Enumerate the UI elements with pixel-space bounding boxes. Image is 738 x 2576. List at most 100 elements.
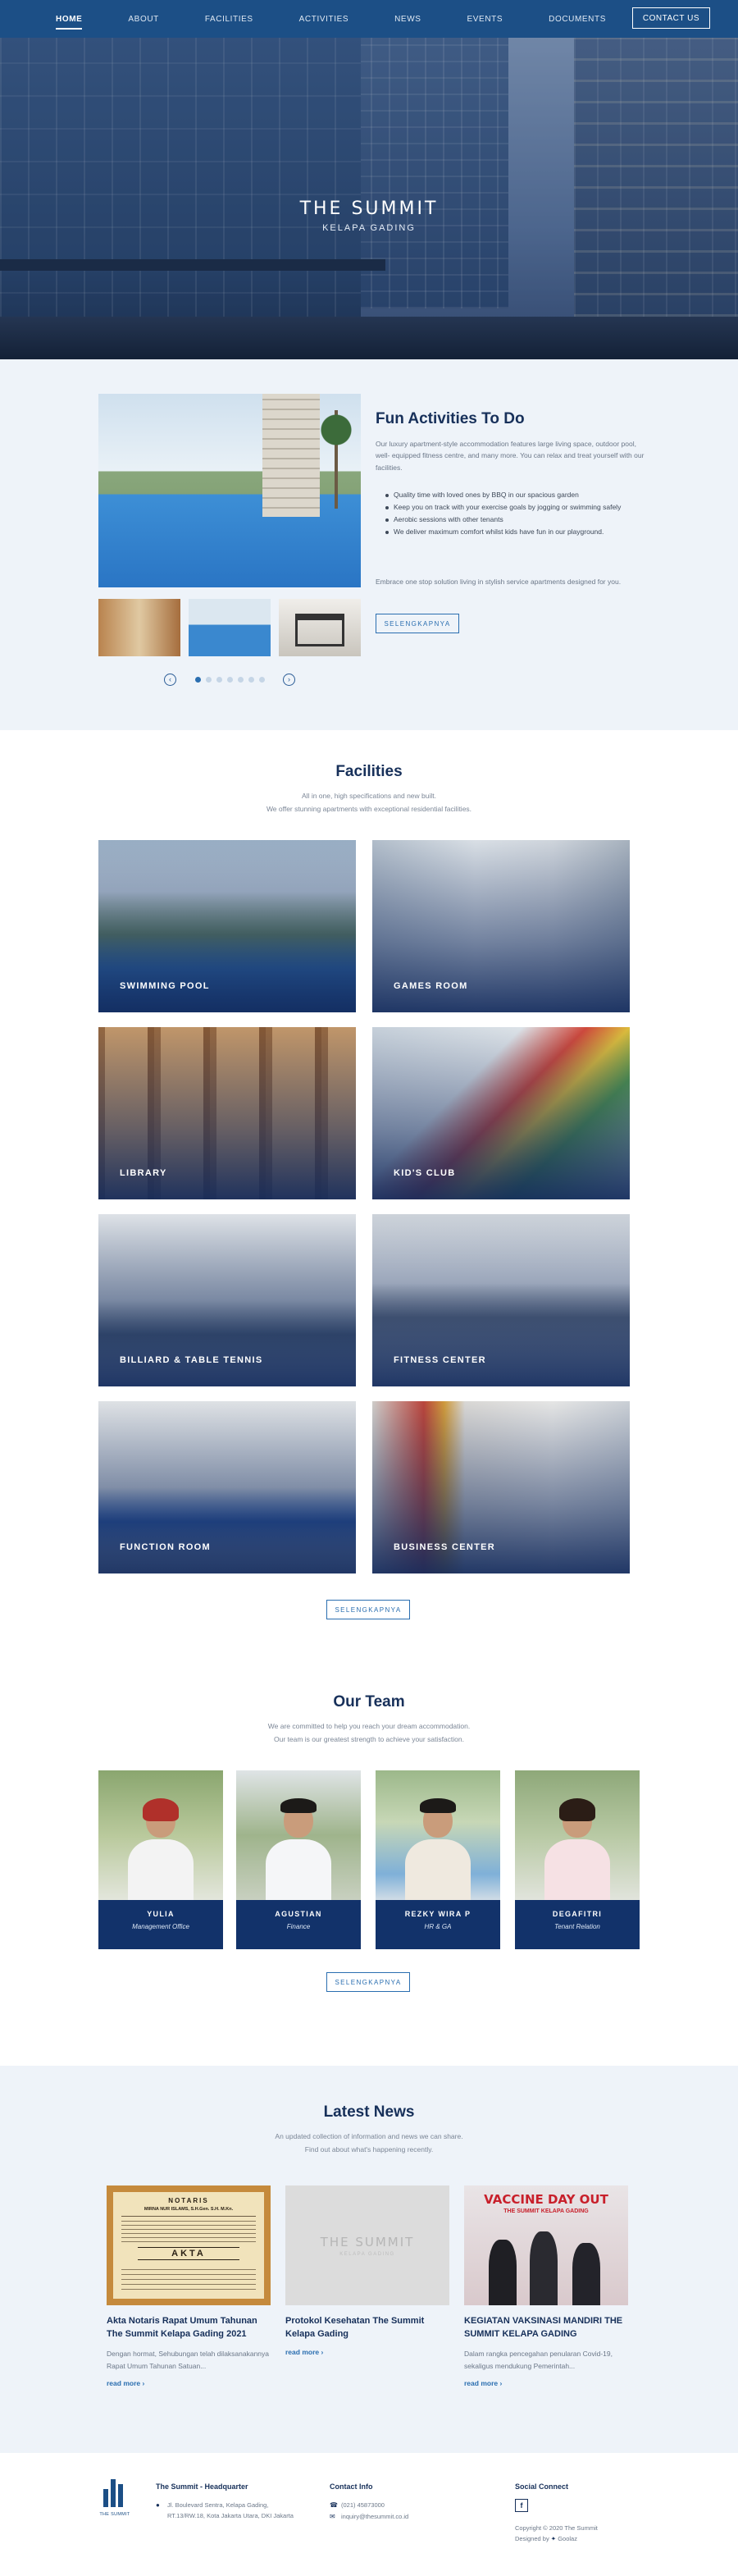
facility-label: FITNESS CENTER: [394, 1355, 486, 1365]
nav-home[interactable]: HOME: [56, 11, 83, 30]
facility-label: BILLIARD & TABLE TENNIS: [120, 1355, 263, 1365]
read-more-link[interactable]: read more ›: [285, 2348, 449, 2356]
nav-documents[interactable]: DOCUMENTS: [549, 11, 606, 27]
footer-phone[interactable]: ☎ (021) 45873000: [330, 2501, 385, 2511]
facility-card-games-room[interactable]: GAMES ROOM: [372, 840, 630, 1012]
facility-label: KID'S CLUB: [394, 1168, 456, 1178]
team-card-yulia[interactable]: YULIA Management Office: [98, 1770, 223, 1949]
team-card-agustian[interactable]: AGUSTIAN Finance: [236, 1770, 361, 1949]
slider-dot[interactable]: [226, 676, 233, 683]
footer-logo[interactable]: THE SUMMIT: [98, 2471, 131, 2517]
team-info: AGUSTIAN Finance: [236, 1900, 361, 1949]
hero-title: THE SUMMIT: [299, 199, 439, 219]
facility-card-library[interactable]: LIBRARY: [98, 1027, 356, 1199]
news-excerpt: Dengan hormat, Sehubungan telah dilaksan…: [107, 2349, 270, 2370]
slider-controls: ‹ ›: [164, 673, 295, 686]
team-info: DEGAFITRI Tenant Relation: [515, 1900, 640, 1949]
news-title-text[interactable]: Protokol Kesehatan The Summit Kelapa Gad…: [285, 2315, 449, 2341]
slider-dot[interactable]: [194, 676, 201, 683]
chevron-left-icon[interactable]: ‹: [164, 673, 176, 686]
footer-address-line-2: RT.13/RW.18, Kota Jakarta Utara, DKI Jak…: [167, 2512, 294, 2519]
activities-description: Our luxury apartment-style accommodation…: [376, 440, 645, 472]
phone-icon: ☎: [330, 2501, 338, 2509]
facility-label: LIBRARY: [120, 1168, 167, 1178]
slider-dot[interactable]: [205, 676, 212, 683]
team-card-degafitri[interactable]: DEGAFITRI Tenant Relation: [515, 1770, 640, 1949]
activity-thumbnail-pool[interactable]: [189, 599, 271, 656]
news-excerpt: Dalam rangka pencegahan penularan Covid-…: [464, 2349, 613, 2370]
contact-us-button[interactable]: CONTACT US: [631, 7, 710, 29]
team-card-rezky[interactable]: REZKY WIRA P HR & GA: [376, 1770, 500, 1949]
team-subtitle-1: We are committed to help you reach your …: [267, 1722, 471, 1730]
slider-dot[interactable]: [258, 676, 265, 683]
news-title-text[interactable]: KEGIATAN VAKSINASI MANDIRI THE SUMMIT KE…: [464, 2315, 628, 2341]
footer-copyright: Copyright © 2020 The Summit Designed by …: [515, 2523, 598, 2545]
news-card-protokol[interactable]: THE SUMMIT KELAPA GADING Protokol Keseha…: [285, 2185, 449, 2356]
footer-contact-title: Contact Info: [330, 2482, 373, 2491]
news-subtitle-1: An updated collection of information and…: [275, 2132, 463, 2140]
team-photo: [98, 1770, 223, 1900]
nav-events[interactable]: EVENTS: [467, 11, 503, 27]
nav-about[interactable]: ABOUT: [128, 11, 158, 27]
chevron-right-icon: ›: [321, 2347, 324, 2356]
team-role: Finance: [286, 1923, 311, 1930]
news-card-vaksinasi[interactable]: VACCINE DAY OUT THE SUMMIT KELAPA GADING…: [464, 2185, 628, 2387]
slider-dot[interactable]: [248, 676, 254, 683]
news-card-akta[interactable]: NOTARIS MIRNA NUR ISLAMS, S.H.Gen. S.H. …: [107, 2185, 271, 2387]
slider-dot[interactable]: [216, 676, 222, 683]
facebook-icon[interactable]: f: [515, 2499, 528, 2512]
nav-news[interactable]: NEWS: [394, 11, 421, 27]
footer-email[interactable]: ✉ inquiry@thesummit.co.id: [330, 2512, 408, 2523]
activities-list: Quality time with loved ones by BBQ in o…: [385, 489, 648, 538]
facility-card-kids-club[interactable]: KID'S CLUB: [372, 1027, 630, 1199]
team-info: REZKY WIRA P HR & GA: [376, 1900, 500, 1949]
news-image-document: NOTARIS MIRNA NUR ISLAMS, S.H.Gen. S.H. …: [107, 2185, 271, 2305]
team-name: REZKY WIRA P: [404, 1910, 472, 1918]
team-photo: [515, 1770, 640, 1900]
designer-link[interactable]: Goolaz: [558, 2535, 577, 2542]
hero-subtitle: KELAPA GADING: [322, 223, 416, 233]
news-title-text[interactable]: Akta Notaris Rapat Umum Tahunan The Summ…: [107, 2315, 271, 2341]
team-title: Our Team: [333, 1693, 405, 1710]
team-more-button[interactable]: SELENGKAPNYA: [326, 1972, 410, 1992]
nav-activities[interactable]: ACTIVITIES: [299, 11, 348, 27]
facility-card-swimming-pool[interactable]: SWIMMING POOL: [98, 840, 356, 1012]
person-figure: [572, 2243, 600, 2305]
read-more-link[interactable]: read more ›: [464, 2379, 628, 2387]
activity-main-image: [98, 394, 361, 587]
list-item: Keep you on track with your exercise goa…: [385, 501, 648, 514]
list-item: Aerobic sessions with other tenants: [385, 514, 648, 526]
person-figure: [266, 1798, 331, 1900]
placeholder-logo-title: THE SUMMIT: [320, 2234, 415, 2249]
facility-card-billiard[interactable]: BILLIARD & TABLE TENNIS: [98, 1214, 356, 1386]
nav-links: HOME ABOUT FACILITIES ACTIVITIES NEWS EV…: [56, 11, 652, 30]
nav-facilities[interactable]: FACILITIES: [205, 11, 253, 27]
facility-card-fitness-center[interactable]: FITNESS CENTER: [372, 1214, 630, 1386]
activities-more-button[interactable]: SELENGKAPNYA: [376, 614, 459, 633]
gym-equipment: [295, 614, 344, 646]
designer-logo-icon: ✦: [550, 2534, 557, 2542]
facilities-more-button[interactable]: SELENGKAPNYA: [326, 1600, 410, 1619]
slider-dot[interactable]: [237, 676, 244, 683]
vaccine-banner-title: VACCINE DAY OUT: [484, 2192, 608, 2207]
read-more-link[interactable]: read more ›: [107, 2379, 271, 2387]
footer: THE SUMMIT The Summit - Headquarter ● Jl…: [0, 2453, 738, 2576]
team-role: Tenant Relation: [554, 1923, 600, 1930]
activity-thumbnail-library[interactable]: [98, 599, 180, 656]
facility-label: FUNCTION ROOM: [120, 1542, 212, 1552]
footer-logo-text: THE SUMMIT: [99, 2512, 130, 2517]
footer-social-title: Social Connect: [515, 2482, 569, 2491]
facility-card-function-room[interactable]: FUNCTION ROOM: [98, 1401, 356, 1573]
team-name: DEGAFITRI: [552, 1910, 603, 1918]
news-image-vaccine: VACCINE DAY OUT THE SUMMIT KELAPA GADING: [464, 2185, 628, 2305]
news-title: Latest News: [323, 2103, 415, 2121]
team-role: Management Office: [132, 1923, 189, 1930]
facility-card-business-center[interactable]: BUSINESS CENTER: [372, 1401, 630, 1573]
image-tower: [262, 394, 320, 517]
vaccine-banner-subtitle: THE SUMMIT KELAPA GADING: [503, 2208, 589, 2214]
chevron-right-icon[interactable]: ›: [283, 673, 295, 686]
activity-thumbnail-gym[interactable]: [279, 599, 361, 656]
person-figure: [128, 1798, 194, 1900]
facility-label: SWIMMING POOL: [120, 981, 210, 991]
placeholder-logo-subtitle: KELAPA GADING: [339, 2251, 395, 2257]
